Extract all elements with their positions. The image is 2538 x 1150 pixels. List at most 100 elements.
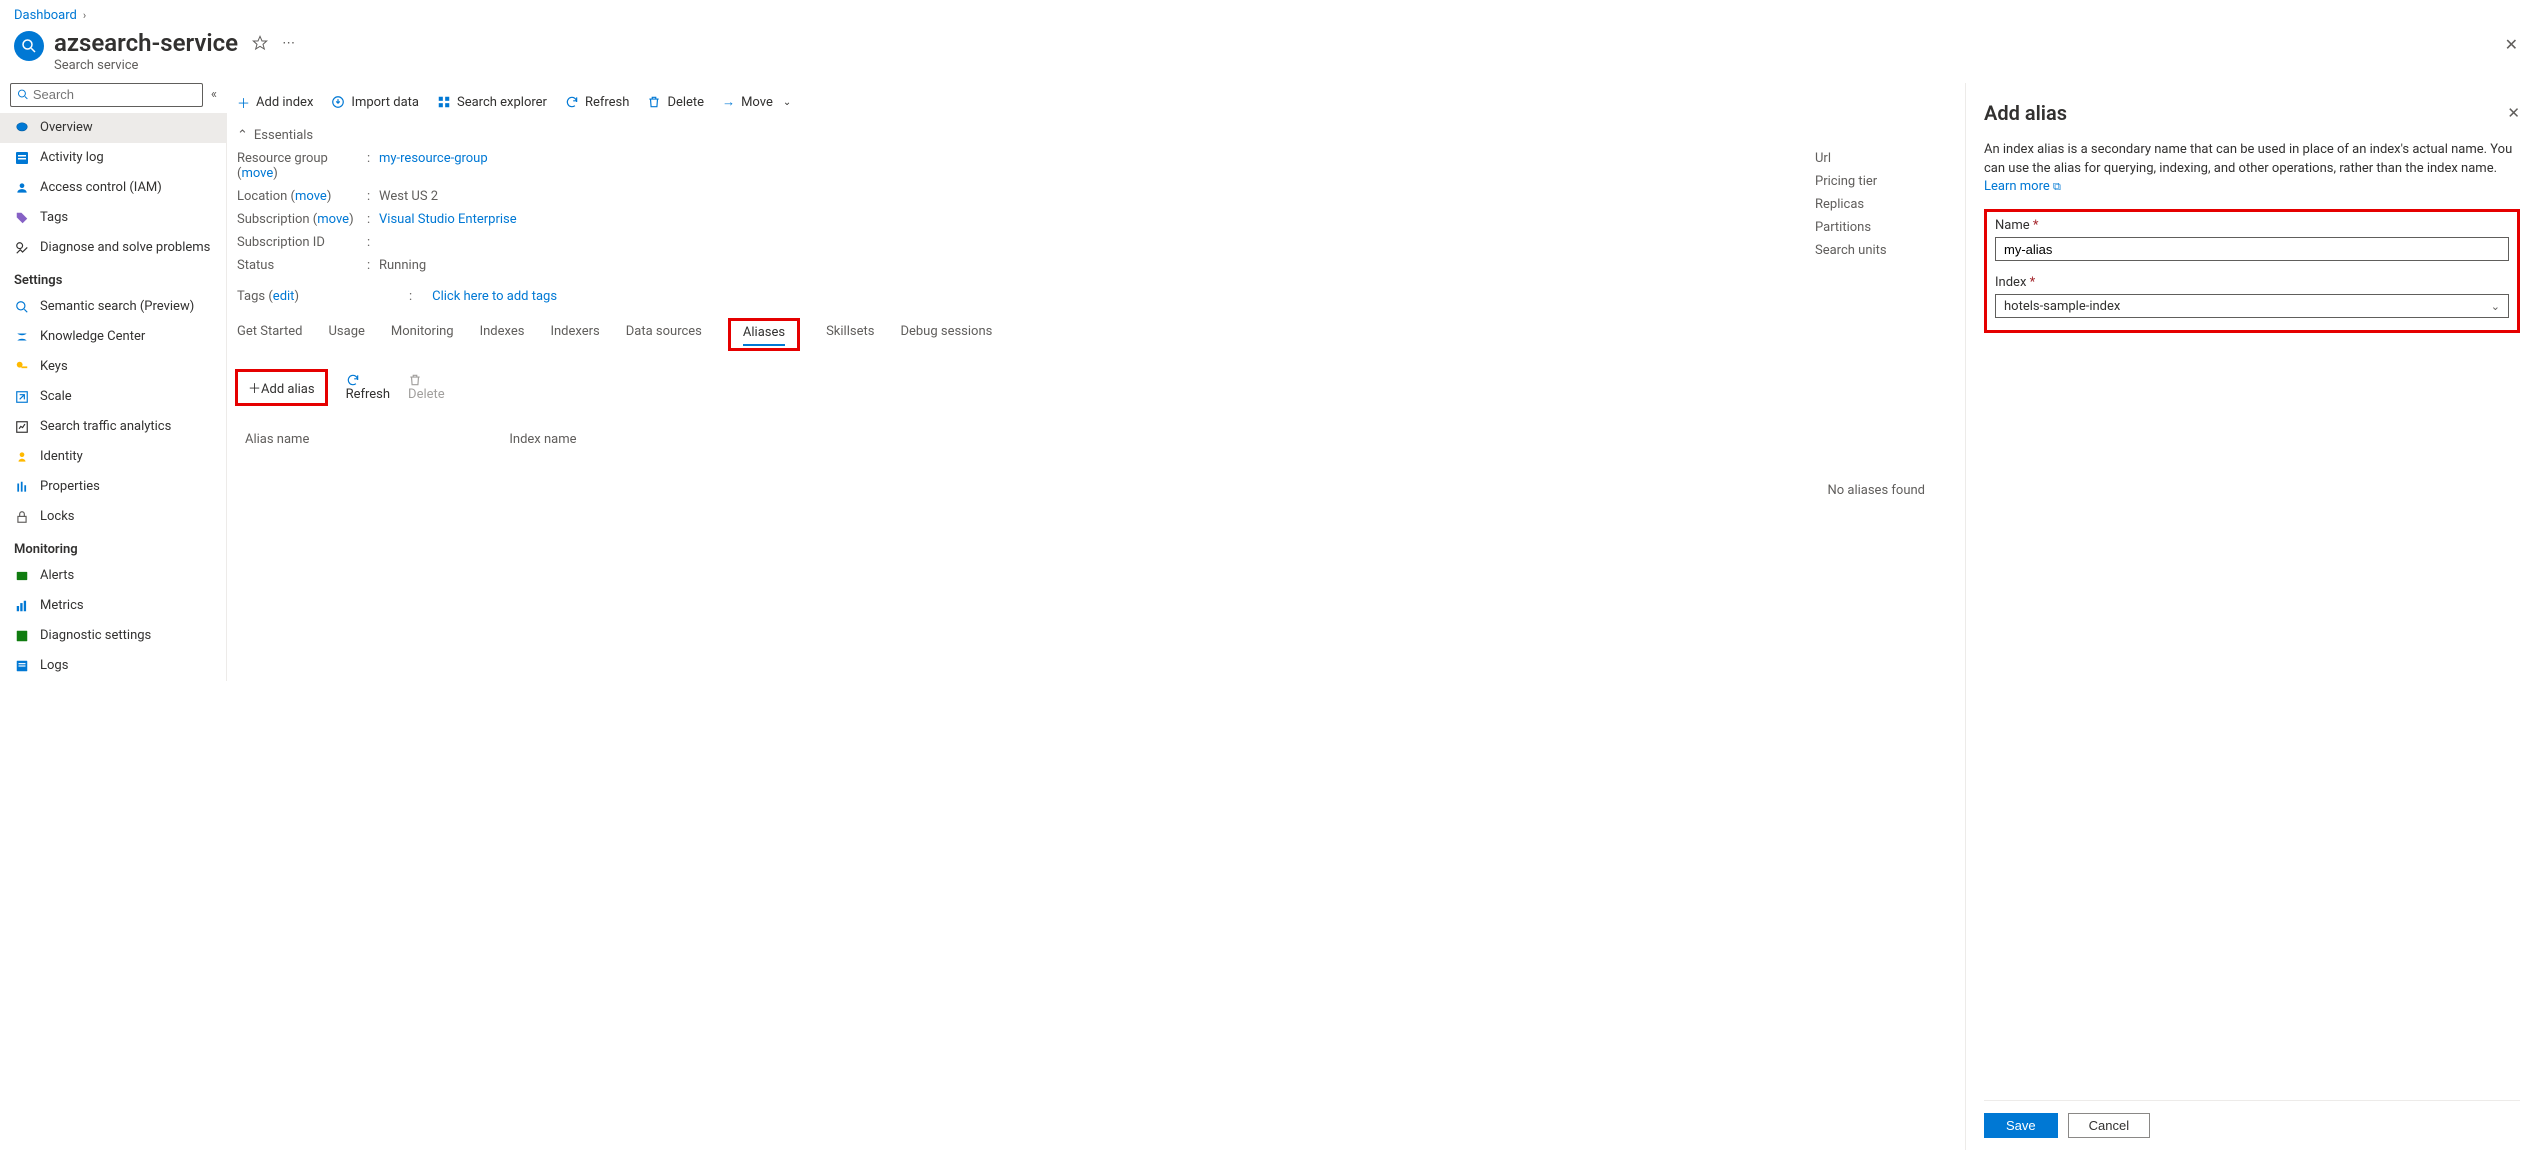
sidebar-item-keys[interactable]: Keys [0, 352, 226, 382]
nav-label: Keys [40, 359, 68, 374]
sidebar-item-knowledge-center[interactable]: Knowledge Center [0, 322, 226, 352]
import-data-button[interactable]: Import data [331, 95, 419, 110]
nav-label: Alerts [40, 568, 74, 583]
resource-group-move-link[interactable]: move [241, 166, 273, 181]
tab-indexers[interactable]: Indexers [550, 318, 599, 351]
nav-label: Activity log [40, 150, 104, 165]
sidebar-item-semantic-search[interactable]: Semantic search (Preview) [0, 292, 226, 322]
add-alias-panel: Add alias ✕ An index alias is a secondar… [1965, 83, 2538, 1150]
arrow-right-icon: → [722, 94, 735, 110]
import-icon [331, 95, 345, 109]
tags-edit-link[interactable]: edit [273, 289, 295, 304]
resource-header: azsearch-service ⋯ Search service ✕ [0, 25, 2538, 83]
alias-refresh-button[interactable]: Refresh [346, 373, 390, 402]
index-select[interactable]: hotels-sample-index ⌄ [1995, 294, 2509, 318]
page-title: azsearch-service [54, 29, 238, 58]
close-panel-button[interactable]: ✕ [2507, 104, 2520, 122]
tab-usage[interactable]: Usage [328, 318, 364, 351]
delete-button[interactable]: Delete [647, 95, 704, 110]
sidebar-item-metrics[interactable]: Metrics [0, 591, 226, 621]
iam-icon [14, 180, 30, 196]
nav-label: Metrics [40, 598, 84, 613]
subscription-link[interactable]: Visual Studio Enterprise [379, 212, 517, 227]
sidebar-item-traffic-analytics[interactable]: Search traffic analytics [0, 412, 226, 442]
scale-icon [14, 389, 30, 405]
search-icon [17, 88, 29, 101]
sidebar-item-alerts[interactable]: Alerts [0, 561, 226, 591]
location-move-link[interactable]: move [295, 189, 327, 204]
knowledge-icon [14, 329, 30, 345]
tab-get-started[interactable]: Get Started [237, 318, 302, 351]
search-units-label: Search units [1815, 243, 1945, 258]
collapse-sidebar-button[interactable]: « [211, 87, 217, 102]
nav-label: Access control (IAM) [40, 180, 162, 195]
nav-label: Logs [40, 658, 68, 673]
tags-icon [14, 210, 30, 226]
trash-icon [408, 373, 445, 387]
search-explorer-button[interactable]: Search explorer [437, 95, 547, 110]
tab-debug-sessions[interactable]: Debug sessions [900, 318, 992, 351]
metrics-icon [14, 598, 30, 614]
replicas-label: Replicas [1815, 197, 1945, 212]
chevron-up-icon: ⌃ [237, 128, 248, 143]
subscription-move-link[interactable]: move [317, 212, 349, 227]
sidebar-item-access-control[interactable]: Access control (IAM) [0, 173, 226, 203]
pricing-label: Pricing tier [1815, 174, 1945, 189]
refresh-icon [565, 95, 579, 109]
location-value: West US 2 [379, 189, 438, 204]
sidebar-search-input[interactable] [33, 87, 196, 102]
sidebar-item-diagnostic-settings[interactable]: Diagnostic settings [0, 621, 226, 651]
form-highlight: Name * Index * hotels-sample-index ⌄ [1984, 209, 2520, 333]
diagnostic-settings-icon [14, 628, 30, 644]
external-link-icon: ⧉ [2053, 180, 2061, 193]
nav-label: Identity [40, 449, 83, 464]
tab-aliases[interactable]: Aliases [743, 325, 785, 346]
nav-label: Knowledge Center [40, 329, 145, 344]
add-alias-highlight: ＋Add alias [235, 369, 328, 406]
learn-more-link[interactable]: Learn more ⧉ [1984, 179, 2061, 194]
nav-label: Tags [40, 210, 68, 225]
refresh-button[interactable]: Refresh [565, 95, 629, 110]
panel-title: Add alias [1984, 101, 2067, 125]
keys-icon [14, 359, 30, 375]
cancel-button[interactable]: Cancel [2068, 1113, 2150, 1138]
diagnose-icon [14, 240, 30, 256]
tab-skillsets[interactable]: Skillsets [826, 318, 874, 351]
tab-indexes[interactable]: Indexes [480, 318, 525, 351]
col-alias-name: Alias name [245, 432, 309, 447]
sidebar-item-properties[interactable]: Properties [0, 472, 226, 502]
chevron-down-icon: ⌄ [783, 97, 791, 108]
sidebar-item-activity-log[interactable]: Activity log [0, 143, 226, 173]
sidebar-item-identity[interactable]: Identity [0, 442, 226, 472]
alias-name-input[interactable] [1995, 237, 2509, 261]
sidebar-item-logs[interactable]: Logs [0, 651, 226, 681]
sidebar-item-diagnose[interactable]: Diagnose and solve problems [0, 233, 226, 263]
add-index-button[interactable]: ＋Add index [237, 93, 313, 112]
breadcrumb-dashboard-link[interactable]: Dashboard [14, 8, 77, 23]
add-tags-link[interactable]: Click here to add tags [432, 289, 557, 304]
sidebar-search-box[interactable] [10, 83, 203, 107]
more-icon[interactable]: ⋯ [282, 36, 295, 51]
sidebar-section-settings: Settings [0, 263, 226, 292]
plus-icon: ＋ [248, 382, 261, 397]
close-blade-button[interactable]: ✕ [2499, 29, 2524, 60]
move-button[interactable]: →Move⌄ [722, 94, 791, 110]
essentials-toggle[interactable]: ⌃ Essentials [227, 122, 1965, 151]
save-button[interactable]: Save [1984, 1113, 2058, 1138]
nav-label: Diagnostic settings [40, 628, 151, 643]
index-label: Index * [1995, 275, 2509, 290]
resource-group-link[interactable]: my-resource-group [379, 151, 488, 181]
tab-aliases-highlight: Aliases [728, 318, 800, 351]
favorite-star-icon[interactable] [252, 35, 268, 51]
add-alias-button[interactable]: ＋Add alias [248, 378, 315, 397]
overview-icon [14, 120, 30, 136]
tab-monitoring[interactable]: Monitoring [391, 318, 454, 351]
command-bar: ＋Add index Import data Search explorer R… [227, 83, 1965, 122]
sidebar-item-tags[interactable]: Tags [0, 203, 226, 233]
sidebar-item-scale[interactable]: Scale [0, 382, 226, 412]
properties-icon [14, 479, 30, 495]
logs-icon [14, 658, 30, 674]
tab-data-sources[interactable]: Data sources [626, 318, 702, 351]
sidebar-item-locks[interactable]: Locks [0, 502, 226, 532]
sidebar-item-overview[interactable]: Overview [0, 113, 226, 143]
